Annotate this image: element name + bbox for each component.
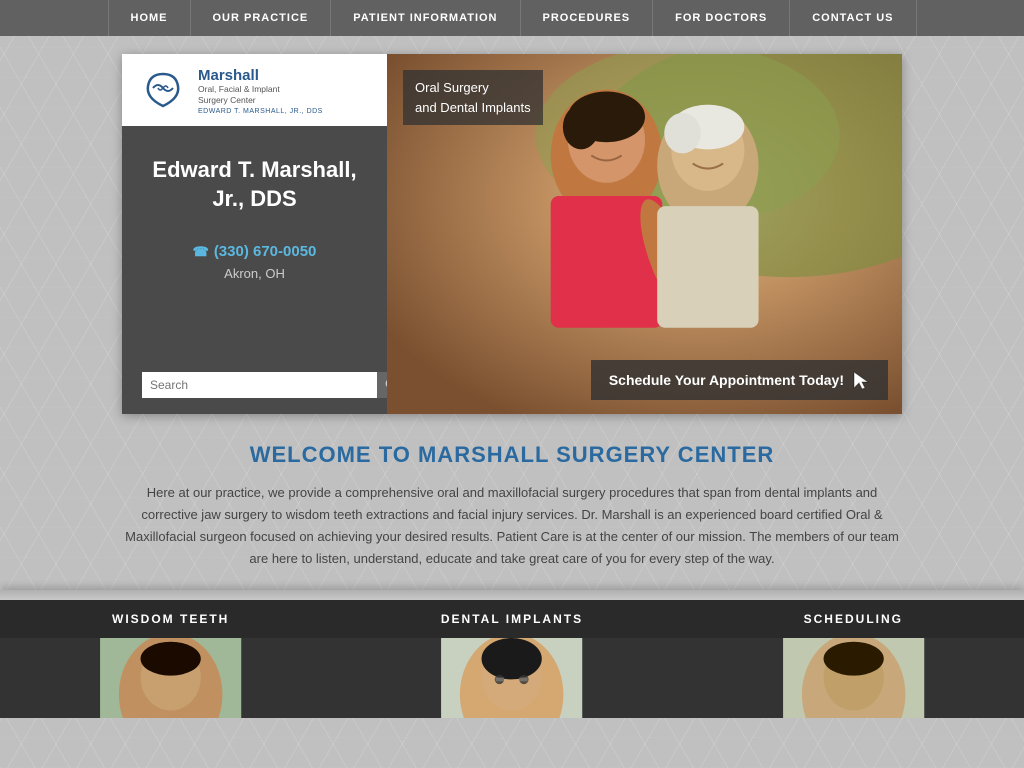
- nav-item-our-practice[interactable]: OUR PRACTICE: [191, 0, 332, 36]
- bottom-card-img-wisdom-teeth: [0, 638, 341, 718]
- welcome-section: WELCOME TO MARSHALL SURGERY CENTER Here …: [0, 414, 1024, 590]
- contact-info: (330) 670-0050 Akron, OH: [122, 223, 387, 291]
- bottom-card-wisdom-teeth[interactable]: WISDOM TEETH: [0, 600, 341, 718]
- logo-practice-name: Marshall: [198, 67, 323, 84]
- schedule-button[interactable]: Schedule Your Appointment Today!: [591, 360, 888, 400]
- main-container: Marshall Oral, Facial & ImplantSurgery C…: [0, 36, 1024, 414]
- bottom-cards: WISDOM TEETH DENTAL IMPLANTS SCHEDULING: [0, 600, 1024, 718]
- welcome-body: Here at our practice, we provide a compr…: [120, 482, 904, 570]
- bottom-card-label-wisdom-teeth: WISDOM TEETH: [0, 600, 341, 638]
- search-wrapper: [142, 372, 407, 398]
- hero-right-panel: Oral Surgery and Dental Implants Schedul…: [387, 54, 902, 414]
- bottom-card-label-scheduling: SCHEDULING: [683, 600, 1024, 638]
- bottom-curve-divider: [0, 590, 1024, 600]
- main-nav: HOMEOUR PRACTICEPATIENT INFORMATIONPROCE…: [0, 0, 1024, 36]
- nav-item-home[interactable]: HOME: [108, 0, 191, 36]
- city: Akron, OH: [132, 266, 377, 281]
- logo-subtitle: Oral, Facial & ImplantSurgery Center: [198, 84, 323, 106]
- bottom-card-scheduling[interactable]: SCHEDULING: [683, 600, 1024, 718]
- logo-area: Marshall Oral, Facial & ImplantSurgery C…: [122, 54, 387, 126]
- logo-icon: [138, 66, 188, 116]
- nav-item-for-doctors[interactable]: FOR DOCTORS: [653, 0, 790, 36]
- phone-number: (330) 670-0050: [132, 243, 377, 260]
- phone-icon: [193, 243, 209, 260]
- doctor-name: Edward T. Marshall, Jr., DDS: [122, 126, 387, 223]
- bottom-card-dental-implants[interactable]: DENTAL IMPLANTS: [341, 600, 682, 718]
- hero-left-panel: Marshall Oral, Facial & ImplantSurgery C…: [122, 54, 387, 414]
- cursor-icon: [852, 370, 870, 390]
- logo-text: Marshall Oral, Facial & ImplantSurgery C…: [198, 67, 323, 115]
- search-input[interactable]: [142, 373, 377, 397]
- nav-item-patient-information[interactable]: PATIENT INFORMATION: [331, 0, 520, 36]
- hero-overlay-text: Oral Surgery and Dental Implants: [403, 70, 543, 125]
- hero-section: Marshall Oral, Facial & ImplantSurgery C…: [122, 54, 902, 414]
- bottom-card-img-scheduling: [683, 638, 1024, 718]
- nav-item-contact-us[interactable]: CONTACT US: [790, 0, 916, 36]
- welcome-title: WELCOME TO MARSHALL SURGERY CENTER: [120, 442, 904, 468]
- logo-dr-name: EDWARD T. MARSHALL, JR., DDS: [198, 108, 323, 115]
- bottom-card-img-dental-implants: [341, 638, 682, 718]
- bottom-card-label-dental-implants: DENTAL IMPLANTS: [341, 600, 682, 638]
- nav-item-procedures[interactable]: PROCEDURES: [521, 0, 654, 36]
